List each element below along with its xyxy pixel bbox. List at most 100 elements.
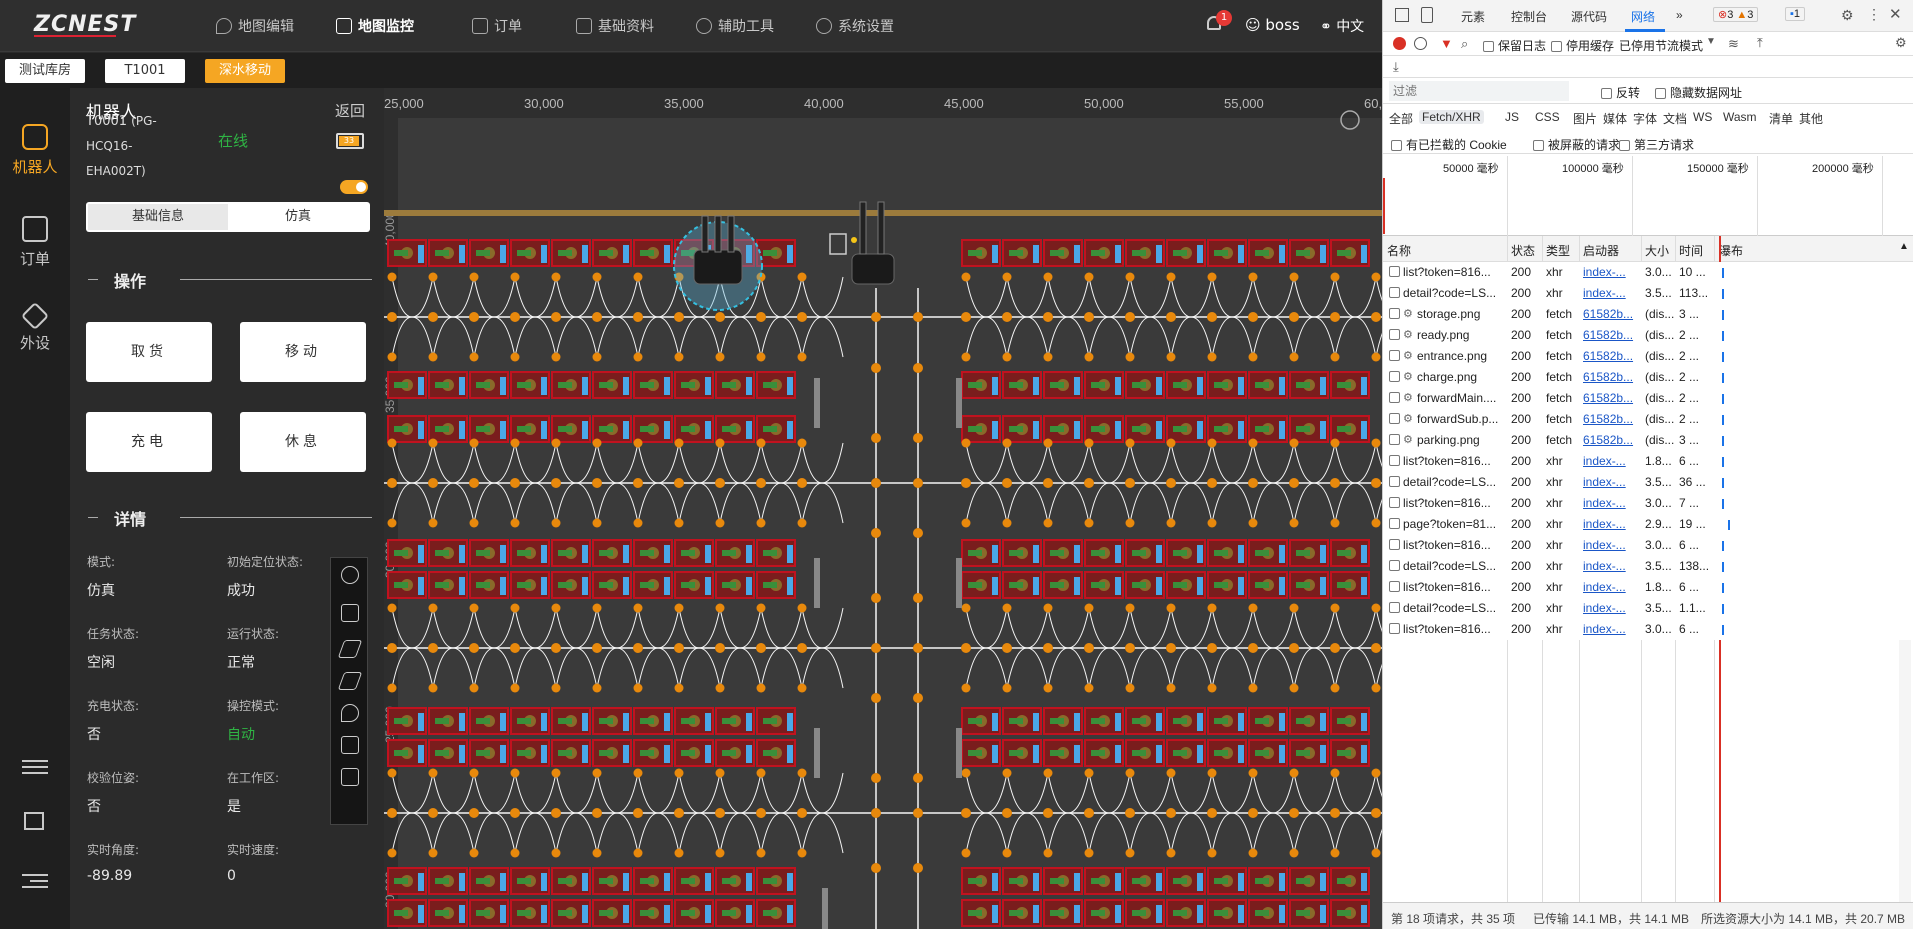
- record-icon[interactable]: [1393, 37, 1406, 50]
- route-node[interactable]: [961, 518, 971, 528]
- route-node[interactable]: [387, 643, 397, 653]
- route-node[interactable]: [1330, 848, 1340, 858]
- route-node[interactable]: [428, 683, 438, 693]
- route-node[interactable]: [551, 808, 561, 818]
- route-node[interactable]: [1084, 438, 1094, 448]
- robot-idle[interactable]: [851, 253, 895, 285]
- request-initiator[interactable]: index-...: [1583, 475, 1639, 489]
- request-checkbox[interactable]: [1389, 350, 1400, 361]
- route-node[interactable]: [551, 518, 561, 528]
- route-node[interactable]: [1084, 478, 1094, 488]
- route-node[interactable]: [469, 438, 479, 448]
- route-node[interactable]: [387, 848, 397, 858]
- filter-icon[interactable]: ▼: [1440, 36, 1453, 51]
- route-node[interactable]: [1248, 603, 1258, 613]
- request-initiator[interactable]: 61582b...: [1583, 412, 1639, 426]
- request-checkbox[interactable]: [1389, 518, 1400, 529]
- route-node[interactable]: [428, 478, 438, 488]
- route-node[interactable]: [428, 643, 438, 653]
- route-node[interactable]: [551, 438, 561, 448]
- tab-sources[interactable]: 源代码: [1571, 8, 1607, 25]
- route-node[interactable]: [756, 438, 766, 448]
- route-node[interactable]: [1248, 438, 1258, 448]
- route-node[interactable]: [1002, 848, 1012, 858]
- route-node[interactable]: [633, 478, 643, 488]
- route-node[interactable]: [1289, 768, 1299, 778]
- route-node[interactable]: [592, 438, 602, 448]
- route-node[interactable]: [715, 848, 725, 858]
- rest-button[interactable]: 休息: [240, 412, 366, 472]
- request-checkbox[interactable]: [1389, 413, 1400, 424]
- route-node[interactable]: [1084, 848, 1094, 858]
- tab-basic-info[interactable]: 基础信息: [88, 204, 228, 230]
- camera-icon[interactable]: [341, 604, 359, 622]
- route-node[interactable]: [797, 683, 807, 693]
- request-checkbox[interactable]: [1389, 581, 1400, 592]
- route-node[interactable]: [1289, 643, 1299, 653]
- route-node[interactable]: [797, 643, 807, 653]
- blocked-requests-checkbox[interactable]: 被屏蔽的请求: [1533, 136, 1620, 153]
- route-node[interactable]: [592, 603, 602, 613]
- route-node[interactable]: [1371, 848, 1381, 858]
- route-node[interactable]: [1002, 478, 1012, 488]
- route-node[interactable]: [1125, 848, 1135, 858]
- route-node[interactable]: [510, 438, 520, 448]
- route-node[interactable]: [1330, 768, 1340, 778]
- request-initiator[interactable]: 61582b...: [1583, 391, 1639, 405]
- route-node[interactable]: [715, 478, 725, 488]
- route-node[interactable]: [1330, 603, 1340, 613]
- route-node[interactable]: [1371, 768, 1381, 778]
- clear-icon[interactable]: [1414, 37, 1427, 50]
- route-node[interactable]: [1207, 352, 1217, 362]
- route-node[interactable]: [1289, 352, 1299, 362]
- route-node[interactable]: [715, 808, 725, 818]
- route-node[interactable]: [1043, 808, 1053, 818]
- request-row[interactable]: forwardSub.p... 200 fetch 61582b... (dis... 2…: [1383, 409, 1913, 430]
- route-node[interactable]: [1371, 808, 1381, 818]
- download-icon[interactable]: ⤓: [1393, 59, 1399, 75]
- type-filter-11[interactable]: 其他: [1799, 110, 1823, 127]
- route-node[interactable]: [510, 312, 520, 322]
- charge-button[interactable]: 充电: [86, 412, 212, 472]
- col-initiator[interactable]: 启动器: [1583, 242, 1619, 259]
- route-node[interactable]: [961, 352, 971, 362]
- route-node[interactable]: [1125, 272, 1135, 282]
- route-node[interactable]: [674, 518, 684, 528]
- robot-selected[interactable]: [693, 249, 743, 285]
- route-node[interactable]: [551, 312, 561, 322]
- issues-counter[interactable]: ⊗3 ▲3: [1713, 7, 1759, 22]
- route-node[interactable]: [428, 603, 438, 613]
- route-node[interactable]: [387, 272, 397, 282]
- tab-elements[interactable]: 元素: [1461, 8, 1485, 25]
- route-node[interactable]: [1289, 438, 1299, 448]
- route-node[interactable]: [715, 768, 725, 778]
- col-waterfall[interactable]: 瀑布: [1719, 242, 1743, 259]
- route-node[interactable]: [871, 643, 881, 653]
- route-node[interactable]: [1043, 312, 1053, 322]
- route-node[interactable]: [756, 352, 766, 362]
- route-node[interactable]: [756, 518, 766, 528]
- route-node[interactable]: [592, 808, 602, 818]
- settings-gear-icon[interactable]: ⚙: [1841, 7, 1854, 24]
- route-node[interactable]: [1043, 643, 1053, 653]
- route-node[interactable]: [1002, 272, 1012, 282]
- route-node[interactable]: [510, 683, 520, 693]
- route-node[interactable]: [469, 272, 479, 282]
- robot-arm-icon[interactable]: [337, 640, 363, 658]
- route-node[interactable]: [1043, 683, 1053, 693]
- language-switch[interactable]: ⚭ 中文: [1320, 16, 1364, 36]
- copy-icon[interactable]: [24, 812, 44, 830]
- route-node[interactable]: [428, 808, 438, 818]
- route-node[interactable]: [913, 312, 923, 322]
- route-node[interactable]: [1371, 312, 1381, 322]
- sidenav-orders[interactable]: 订单: [0, 216, 70, 269]
- route-node[interactable]: [715, 603, 725, 613]
- request-checkbox[interactable]: [1389, 476, 1400, 487]
- route-node[interactable]: [871, 312, 881, 322]
- route-node[interactable]: [510, 352, 520, 362]
- route-node[interactable]: [674, 438, 684, 448]
- nav-orders[interactable]: 订单: [472, 0, 522, 52]
- route-node[interactable]: [1166, 848, 1176, 858]
- route-node[interactable]: [1371, 272, 1381, 282]
- sidenav-peripherals[interactable]: 外设: [0, 301, 70, 353]
